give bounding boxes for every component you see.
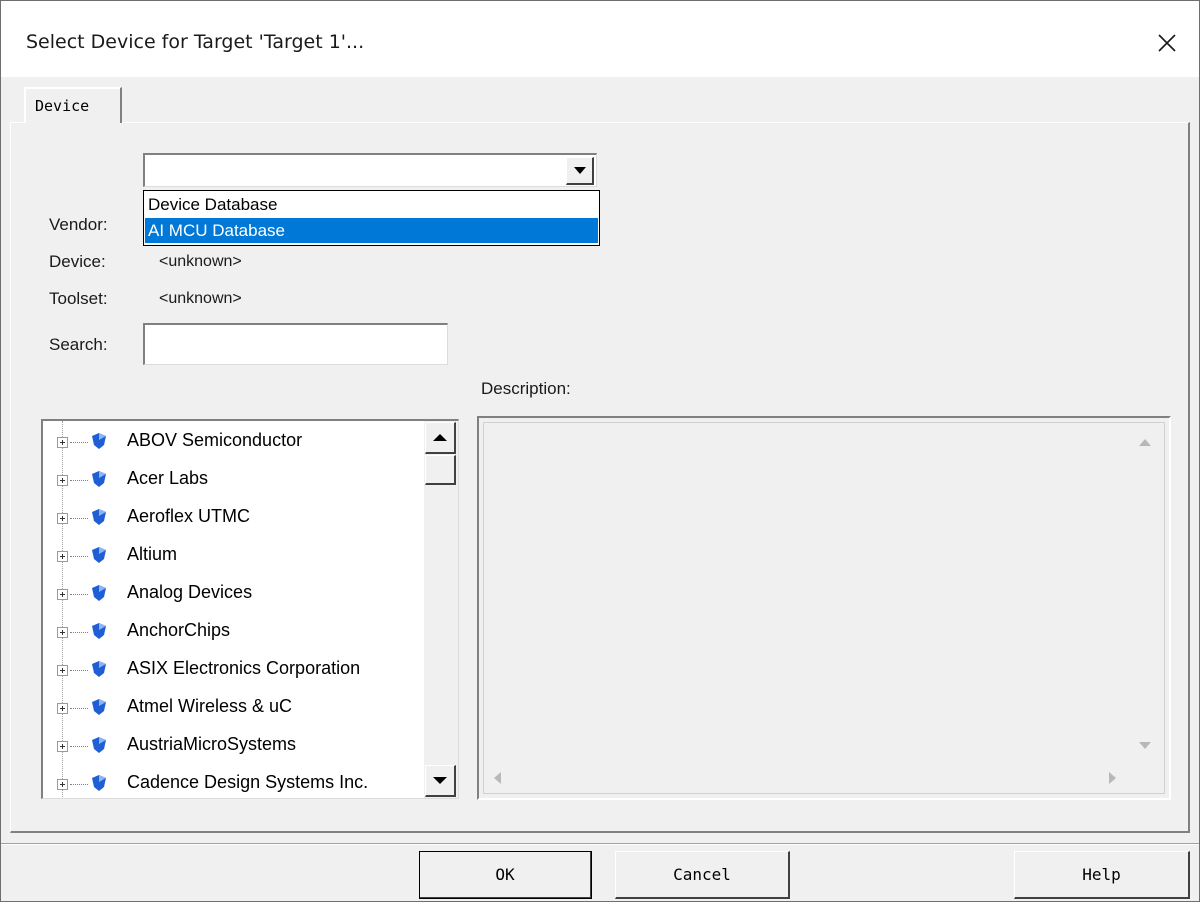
search-label: Search: [49, 335, 108, 354]
vendor-chip-icon [92, 509, 106, 525]
expand-icon[interactable] [57, 703, 68, 714]
tab-device-label: Device [35, 97, 90, 115]
arrow-down-icon [433, 777, 447, 784]
tree-branch-line [70, 708, 88, 709]
tree-item[interactable]: Acer Labs [43, 461, 425, 499]
database-select[interactable] [143, 153, 597, 187]
title-bar: Select Device for Target 'Target 1'... [1, 1, 1199, 77]
dropdown-option-ai-mcu-database[interactable]: AI MCU Database [145, 218, 598, 243]
arrow-up-icon [433, 434, 447, 441]
chevron-down-icon [573, 166, 586, 174]
tree-vertical-scrollbar[interactable] [424, 421, 458, 798]
select-device-dialog: Select Device for Target 'Target 1'... D… [0, 0, 1200, 902]
tree-item-label: ASIX Electronics Corporation [127, 658, 361, 678]
tree-item-label: Cadence Design Systems Inc. [127, 772, 369, 792]
tree-branch-line [70, 594, 88, 595]
database-select-dropdown-button[interactable] [566, 157, 594, 185]
description-label: Description: [481, 379, 571, 398]
scroll-up-icon[interactable] [1138, 437, 1152, 447]
toolset-value: <unknown> [159, 290, 242, 307]
tree-branch-line [70, 746, 88, 747]
tree-item[interactable]: Atmel Wireless & uC [43, 689, 425, 727]
scroll-down-button[interactable] [425, 765, 456, 797]
vendor-chip-icon [92, 471, 106, 487]
vendor-tree[interactable]: ABOV Semiconductor Acer Labs Aeroflex UTMC… [41, 419, 459, 799]
vendor-chip-icon [92, 737, 106, 753]
vendor-chip-icon [92, 699, 106, 715]
tree-item-label: Aeroflex UTMC [127, 506, 251, 526]
expand-icon[interactable] [57, 665, 68, 676]
toolset-label: Toolset: [49, 289, 108, 308]
search-input[interactable] [143, 323, 448, 365]
vendor-label: Vendor: [49, 215, 108, 234]
dialog-title: Select Device for Target 'Target 1'... [26, 31, 365, 53]
scroll-up-button[interactable] [425, 422, 456, 454]
tree-item[interactable]: Altium [43, 537, 425, 575]
description-box [477, 416, 1171, 800]
description-text-area[interactable] [483, 422, 1165, 794]
tree-branch-line [70, 632, 88, 633]
tree-item[interactable]: ABOV Semiconductor [43, 423, 425, 461]
expand-icon[interactable] [57, 513, 68, 524]
vendor-chip-icon [92, 775, 106, 791]
expand-icon[interactable] [57, 779, 68, 790]
scroll-down-icon[interactable] [1138, 741, 1152, 751]
tree-item[interactable]: Analog Devices [43, 575, 425, 613]
tree-branch-line [70, 518, 88, 519]
vendor-chip-icon [92, 433, 106, 449]
tree-item-label: AnchorChips [127, 620, 231, 640]
tree-item-label: Acer Labs [127, 468, 209, 488]
device-value: <unknown> [159, 253, 242, 270]
database-dropdown-list: Device Database AI MCU Database [143, 190, 600, 246]
tree-item[interactable]: AustriaMicroSystems [43, 727, 425, 765]
vendor-chip-icon [92, 547, 106, 563]
help-button[interactable]: Help [1014, 851, 1190, 899]
dropdown-option-device-database[interactable]: Device Database [145, 192, 598, 217]
tree-branch-line [70, 670, 88, 671]
tree-branch-line [70, 784, 88, 785]
tree-branch-line [70, 556, 88, 557]
vendor-chip-icon [92, 661, 106, 677]
tree-item-label: AustriaMicroSystems [127, 734, 297, 754]
tab-device[interactable]: Device [24, 87, 122, 123]
tree-branch-line [70, 480, 88, 481]
expand-icon[interactable] [57, 627, 68, 638]
vendor-chip-icon [92, 623, 106, 639]
expand-icon[interactable] [57, 551, 68, 562]
tree-item[interactable]: ASIX Electronics Corporation [43, 651, 425, 689]
tree-item-label: Analog Devices [127, 582, 253, 602]
scroll-left-icon[interactable] [492, 771, 502, 785]
cancel-button[interactable]: Cancel [615, 851, 790, 899]
tree-branch-line [70, 442, 88, 443]
tree-item[interactable]: AnchorChips [43, 613, 425, 651]
expand-icon[interactable] [57, 475, 68, 486]
expand-icon[interactable] [57, 741, 68, 752]
device-label: Device: [49, 252, 106, 271]
close-button[interactable] [1147, 23, 1187, 63]
ok-button[interactable]: OK [419, 851, 592, 899]
expand-icon[interactable] [57, 589, 68, 600]
tree-item-label: Atmel Wireless & uC [127, 696, 293, 716]
close-icon [1158, 34, 1176, 52]
tree-item-label: Altium [127, 544, 178, 564]
tree-item[interactable]: Cadence Design Systems Inc. [43, 765, 425, 798]
scroll-right-icon[interactable] [1108, 771, 1118, 785]
vendor-chip-icon [92, 585, 106, 601]
tree-item-label: ABOV Semiconductor [127, 430, 303, 450]
scroll-thumb[interactable] [425, 455, 456, 485]
expand-icon[interactable] [57, 437, 68, 448]
footer-separator [1, 843, 1199, 845]
tree-item[interactable]: Aeroflex UTMC [43, 499, 425, 537]
